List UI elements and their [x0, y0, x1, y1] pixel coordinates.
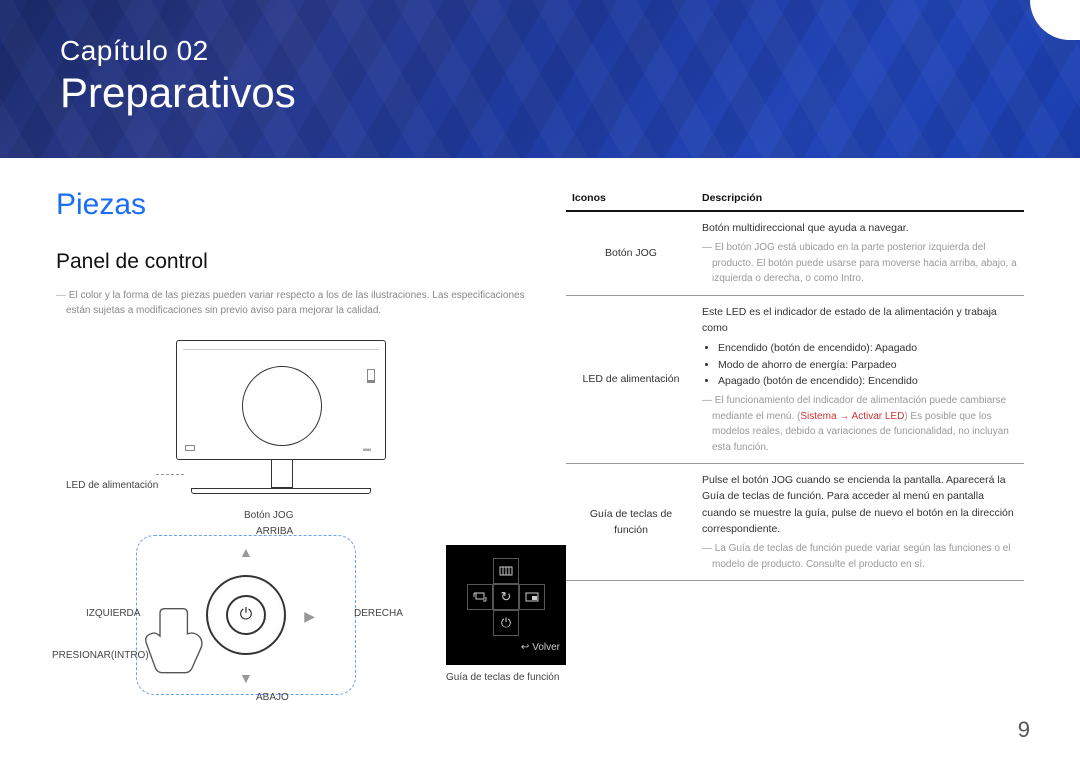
chapter-banner: Capítulo 02 Preparativos — [0, 0, 1080, 158]
chapter-label: Capítulo 02 — [60, 35, 1020, 67]
table-row: LED de alimentación Este LED es el indic… — [566, 295, 1024, 463]
power-icon: ⏻ — [226, 595, 266, 635]
guide-caption: Guía de teclas de función — [446, 672, 559, 683]
guide-menu-icon — [493, 558, 519, 584]
label-down: ABAJO — [256, 692, 289, 703]
icons-description-table: Iconos Descripción Botón JOG Botón multi… — [566, 188, 1024, 581]
table-row: Botón JOG Botón multidireccional que ayu… — [566, 211, 1024, 295]
chapter-title: Preparativos — [60, 69, 1020, 117]
label-left: IZQUIERDA — [86, 608, 140, 619]
arrow-right-icon: ▶ — [304, 608, 315, 625]
row-description: Pulse el botón JOG cuando se encienda la… — [696, 464, 1024, 581]
guide-refresh-icon: ↻ — [493, 584, 519, 610]
guide-return-label: Volver — [532, 642, 560, 653]
page-number: 9 — [1018, 717, 1030, 743]
col-icons: Iconos — [566, 188, 696, 211]
row-description: Este LED es el indicador de estado de la… — [696, 295, 1024, 463]
guide-source-icon — [467, 584, 493, 610]
table-row: Guía de teclas de función Pulse el botón… — [566, 464, 1024, 581]
label-power-led: LED de alimentación — [66, 480, 158, 491]
label-jog-button: Botón JOG — [244, 510, 293, 521]
label-press: PRESIONAR(INTRO) — [52, 650, 149, 661]
control-panel-diagram: ▬ LED de alimentación Botón JOG ARRIBA ⏻… — [56, 340, 526, 710]
arrow-up-icon: ▲ — [239, 544, 253, 560]
function-key-guide-preview: ↻ ⏻ ↩ Volver — [446, 545, 566, 665]
label-right: DERECHA — [354, 608, 403, 619]
row-icon-label: Guía de teclas de función — [566, 464, 696, 581]
return-icon: ↩ — [521, 642, 529, 653]
subsection-heading: Panel de control — [56, 250, 526, 274]
page-curl-decor — [1030, 0, 1080, 40]
spec-disclaimer-note: El color y la forma de las piezas pueden… — [56, 288, 526, 318]
row-icon-label: Botón JOG — [566, 211, 696, 295]
section-heading: Piezas — [56, 188, 526, 222]
guide-power-icon: ⏻ — [493, 610, 519, 636]
hand-pointer-icon — [141, 595, 211, 675]
row-icon-label: LED de alimentación — [566, 295, 696, 463]
col-description: Descripción — [696, 188, 1024, 211]
guide-pip-icon — [519, 584, 545, 610]
row-description: Botón multidireccional que ayuda a naveg… — [696, 211, 1024, 295]
arrow-down-icon: ▼ — [239, 670, 253, 686]
monitor-back-illustration: ▬ — [176, 340, 386, 460]
